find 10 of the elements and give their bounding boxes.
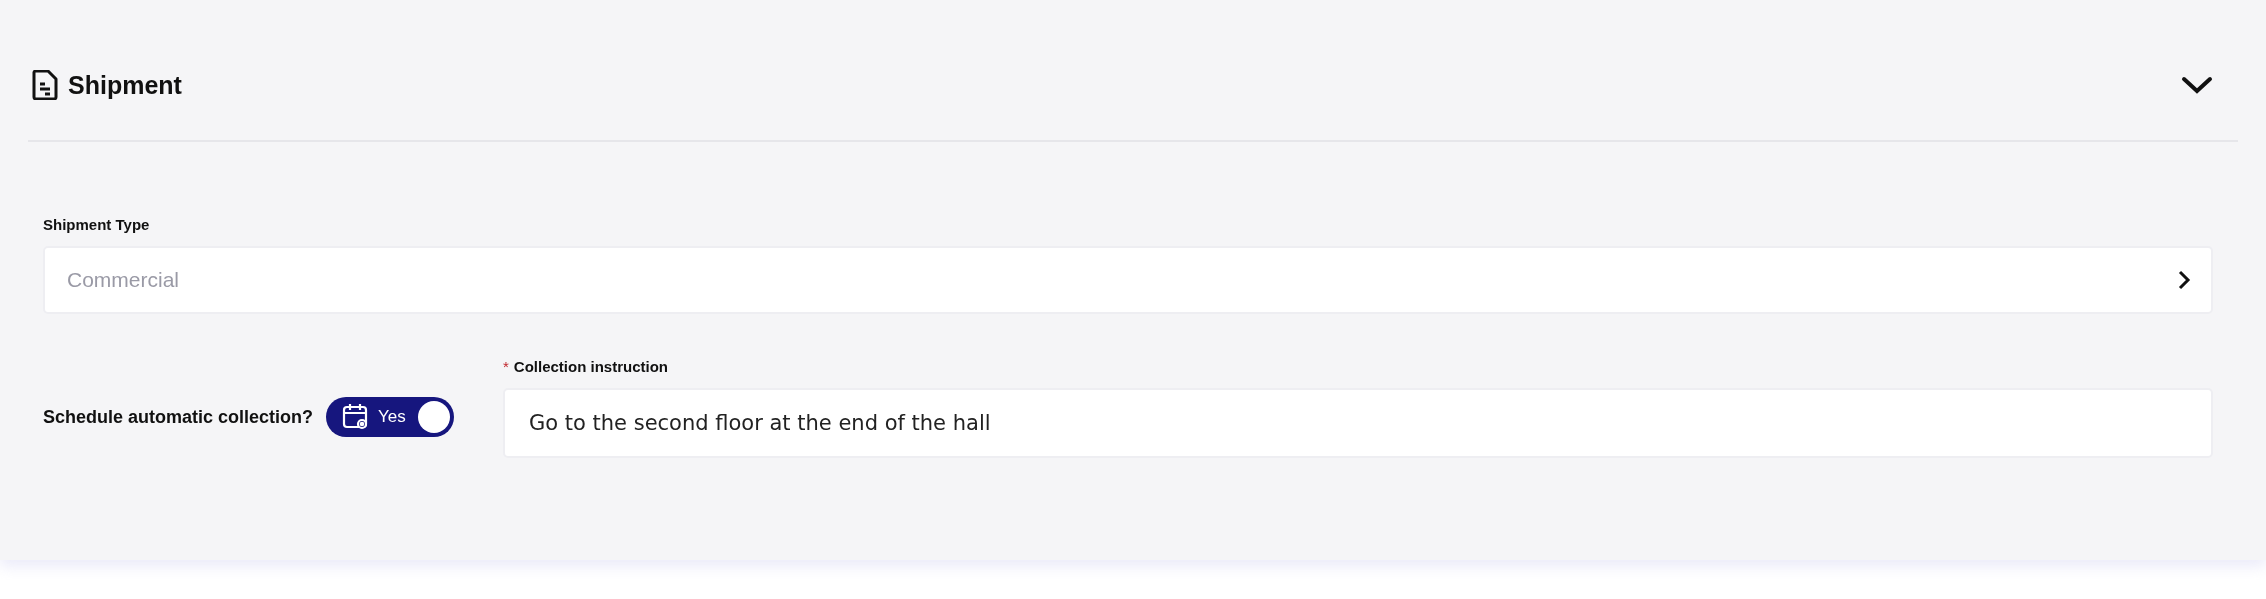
collection-instruction-field[interactable]: Go to the second floor at the end of the hall [503,388,2213,458]
toggle-label: Schedule automatic collection? [43,406,314,428]
chevron-icon[interactable] [2180,74,2214,96]
shipment-type-select[interactable]: Commercial [43,246,2213,314]
field-label: Shipment Type [43,216,151,233]
document-icon [32,70,58,100]
toggle-switch[interactable]: Yes [326,397,455,437]
field-label: * Collection instruction [503,358,669,375]
section-title: Shipment [68,70,183,100]
chevron-right-icon [2177,269,2191,291]
